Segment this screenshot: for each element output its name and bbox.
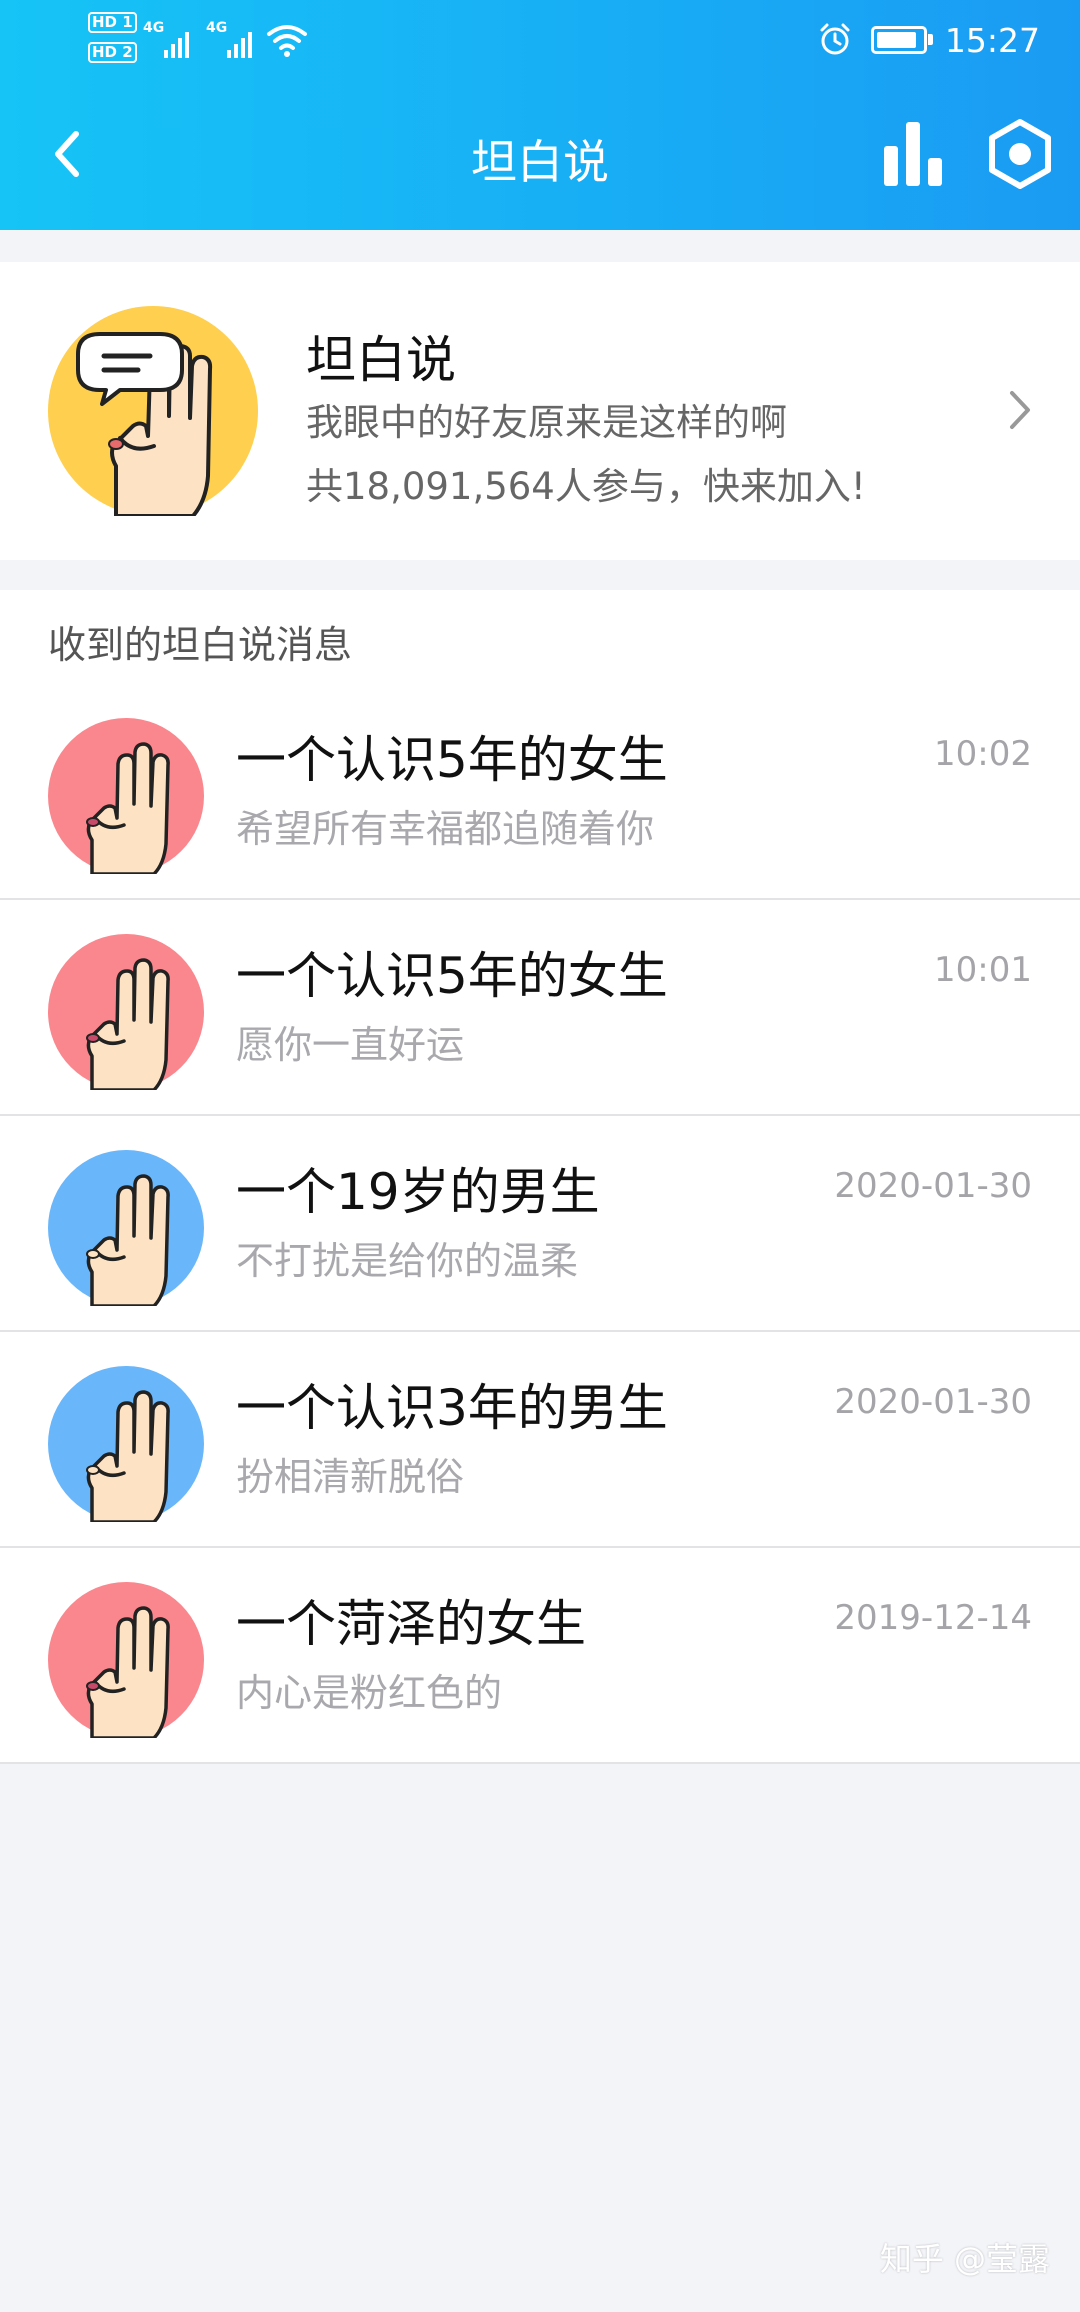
message-preview: 愿你一直好运 bbox=[236, 1023, 465, 1067]
message-preview: 不打扰是给你的温柔 bbox=[236, 1239, 579, 1283]
message-item[interactable]: 一个认识5年的女生 愿你一直好运 10:01 bbox=[0, 898, 1080, 1116]
network-type-label: 4G bbox=[206, 20, 228, 36]
message-item[interactable]: 一个19岁的男生 不打扰是给你的温柔 2020-01-30 bbox=[0, 1114, 1080, 1332]
message-preview: 希望所有幸福都追随着你 bbox=[236, 807, 655, 851]
hexagon-settings-icon[interactable] bbox=[984, 118, 1056, 190]
tanbaishuo-entry-card[interactable]: 坦白说 我眼中的好友原来是这样的啊 共18,091,564人参与，快来加入! bbox=[0, 262, 1080, 560]
messages-section: 收到的坦白说消息 一个认识5年的女生 希望所有幸福都追随着你 10:02 一个认… bbox=[0, 590, 1080, 1764]
chevron-right-icon bbox=[1010, 391, 1030, 429]
message-date: 2020-01-30 bbox=[834, 1166, 1032, 1206]
entry-participation: 共18,091,564人参与，快来加入! bbox=[306, 465, 866, 508]
alarm-icon bbox=[820, 23, 850, 55]
network-type-label: 4G bbox=[143, 20, 165, 36]
tanbaishuo-logo-icon bbox=[48, 306, 258, 516]
male-hand-avatar-icon bbox=[48, 1150, 204, 1306]
message-item[interactable]: 一个认识3年的男生 扮相清新脱俗 2020-01-30 bbox=[0, 1330, 1080, 1548]
message-date: 10:01 bbox=[934, 950, 1032, 990]
signal-strength-icon bbox=[227, 26, 252, 58]
signal-strength-icon bbox=[164, 26, 189, 58]
female-hand-avatar-icon bbox=[48, 718, 204, 874]
status-right: 15:27 bbox=[817, 18, 1040, 62]
section-heading: 收到的坦白说消息 bbox=[48, 623, 353, 667]
message-date: 10:02 bbox=[934, 734, 1032, 774]
header-bar: HD 1 HD 2 4G 4G 15:27 坦白说 bbox=[0, 0, 1080, 230]
message-preview: 扮相清新脱俗 bbox=[236, 1455, 465, 1499]
bar-chart-icon[interactable] bbox=[880, 120, 946, 190]
hd-badge: HD 1 bbox=[88, 12, 137, 33]
female-hand-avatar-icon bbox=[48, 1582, 204, 1738]
wifi-icon bbox=[267, 25, 307, 57]
female-hand-avatar-icon bbox=[48, 934, 204, 1090]
male-hand-avatar-icon bbox=[48, 1366, 204, 1522]
message-item[interactable]: 一个菏泽的女生 内心是粉红色的 2019-12-14 bbox=[0, 1546, 1080, 1764]
message-preview: 内心是粉红色的 bbox=[236, 1671, 503, 1715]
message-date: 2020-01-30 bbox=[834, 1382, 1032, 1422]
message-title: 一个认识5年的女生 bbox=[236, 731, 668, 789]
entry-description: 我眼中的好友原来是这样的啊 bbox=[306, 401, 787, 444]
network-indicators: HD 1 HD 2 4G 4G bbox=[88, 12, 308, 72]
status-time: 15:27 bbox=[944, 20, 1040, 60]
message-title: 一个认识5年的女生 bbox=[236, 947, 668, 1005]
message-title: 一个19岁的男生 bbox=[236, 1163, 600, 1221]
nav-row: 坦白说 bbox=[0, 110, 1080, 200]
hd-badge: HD 2 bbox=[88, 42, 137, 63]
message-date: 2019-12-14 bbox=[834, 1598, 1032, 1638]
status-bar: HD 1 HD 2 4G 4G 15:27 bbox=[0, 0, 1080, 80]
message-item[interactable]: 一个认识5年的女生 希望所有幸福都追随着你 10:02 bbox=[0, 682, 1080, 900]
entry-title: 坦白说 bbox=[306, 331, 456, 389]
watermark: 知乎 @莹露 bbox=[879, 2240, 1050, 2278]
battery-icon bbox=[870, 26, 933, 54]
message-title: 一个认识3年的男生 bbox=[236, 1379, 668, 1437]
message-title: 一个菏泽的女生 bbox=[236, 1595, 586, 1653]
battery-fill bbox=[876, 32, 917, 48]
